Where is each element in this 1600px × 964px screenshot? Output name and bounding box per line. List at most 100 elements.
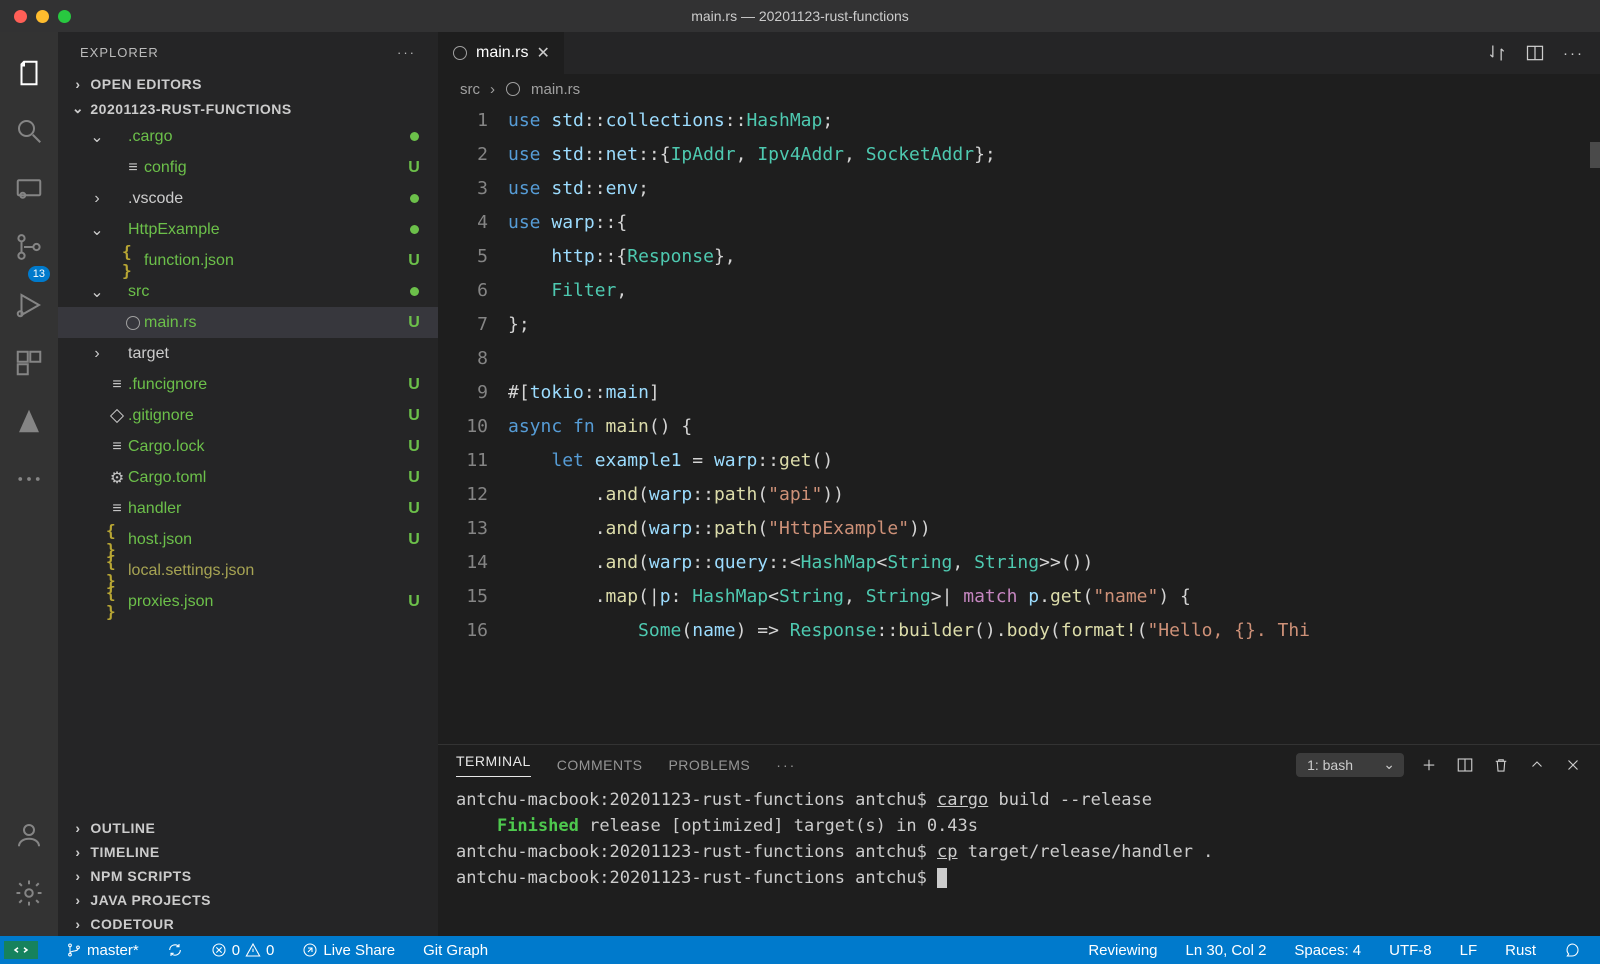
tree-item[interactable]: ⌄HttpExample: [58, 214, 438, 245]
tab-label: main.rs: [476, 44, 528, 62]
remote-explorer-icon[interactable]: [14, 174, 44, 204]
minimap[interactable]: [1590, 142, 1600, 602]
breadcrumbs[interactable]: src › main.rs: [438, 74, 1600, 104]
language-mode[interactable]: Rust: [1499, 942, 1542, 959]
maximize-window-button[interactable]: [58, 10, 71, 23]
gitgraph-label: Git Graph: [423, 942, 488, 959]
git-graph[interactable]: Git Graph: [417, 942, 494, 959]
sidebar-more-icon[interactable]: ···: [397, 45, 416, 60]
sidebar-section[interactable]: › JAVA PROJECTS: [58, 888, 438, 912]
tree-item[interactable]: { }host.jsonU: [58, 524, 438, 555]
open-editors-label: OPEN EDITORS: [90, 76, 202, 92]
problems-tab[interactable]: PROBLEMS: [668, 757, 750, 773]
tree-item[interactable]: ›target: [58, 338, 438, 369]
liveshare-label: Live Share: [323, 942, 395, 959]
sidebar-section[interactable]: › CODETOUR: [58, 912, 438, 936]
sidebar-bottom-sections: › OUTLINE› TIMELINE› NPM SCRIPTS› JAVA P…: [58, 816, 438, 936]
activity-bar: 13: [0, 32, 58, 936]
editor-area: main.rs ✕ ··· src › main.rs 123456789101…: [438, 32, 1600, 936]
chevron-right-icon: ›: [490, 81, 495, 98]
split-terminal-icon[interactable]: [1456, 756, 1474, 774]
tree-item[interactable]: { }function.jsonU: [58, 245, 438, 276]
panel-tabs: TERMINAL COMMENTS PROBLEMS ··· 1: bash: [438, 745, 1600, 785]
code-content[interactable]: use std::collections::HashMap;use std::n…: [508, 104, 1600, 744]
line-gutter: 12345678910111213141516: [438, 104, 508, 744]
tab-actions: ···: [1471, 32, 1600, 74]
feedback-icon[interactable]: [1558, 942, 1586, 958]
minimize-window-button[interactable]: [36, 10, 49, 23]
warning-count: 0: [266, 942, 274, 959]
indentation[interactable]: Spaces: 4: [1288, 942, 1367, 959]
terminal-select[interactable]: 1: bash: [1296, 753, 1404, 777]
maximize-panel-icon[interactable]: [1528, 756, 1546, 774]
code-editor[interactable]: 12345678910111213141516 use std::collect…: [438, 104, 1600, 744]
split-editor-icon[interactable]: [1525, 43, 1545, 63]
comments-tab[interactable]: COMMENTS: [557, 757, 643, 773]
reviewing-status[interactable]: Reviewing: [1082, 942, 1163, 959]
tree-item[interactable]: ⌄.cargo: [58, 121, 438, 152]
source-control-icon[interactable]: [14, 232, 44, 262]
branch-name: master*: [87, 942, 139, 959]
tree-item[interactable]: ≡handlerU: [58, 493, 438, 524]
tree-item[interactable]: ≡.funcignoreU: [58, 369, 438, 400]
problems-status[interactable]: 0 0: [205, 942, 281, 959]
tree-item[interactable]: ≡Cargo.lockU: [58, 431, 438, 462]
sidebar-title: EXPLORER: [80, 45, 159, 60]
minimap-thumb[interactable]: [1590, 142, 1600, 168]
eol[interactable]: LF: [1454, 942, 1484, 959]
kill-terminal-icon[interactable]: [1492, 756, 1510, 774]
rust-file-icon: [452, 45, 468, 61]
remote-indicator[interactable]: [4, 941, 38, 959]
tree-item[interactable]: { }proxies.jsonU: [58, 586, 438, 617]
cursor-position[interactable]: Ln 30, Col 2: [1180, 942, 1273, 959]
tree-item[interactable]: { }local.settings.json: [58, 555, 438, 586]
account-icon[interactable]: [14, 820, 44, 850]
sidebar-header: EXPLORER ···: [58, 32, 438, 72]
editor-more-icon[interactable]: ···: [1563, 45, 1584, 62]
sidebar-section[interactable]: › NPM SCRIPTS: [58, 864, 438, 888]
breadcrumb-item[interactable]: src: [460, 81, 480, 98]
new-terminal-icon[interactable]: [1420, 756, 1438, 774]
extensions-icon[interactable]: [14, 348, 44, 378]
search-icon[interactable]: [14, 116, 44, 146]
terminal-content[interactable]: antchu-macbook:20201123-rust-functions a…: [438, 785, 1600, 936]
live-share[interactable]: Live Share: [296, 942, 401, 959]
window-controls: [0, 10, 71, 23]
file-tree: ⌄.cargo≡configU›.vscode⌄HttpExample{ }fu…: [58, 121, 438, 816]
compare-changes-icon[interactable]: [1487, 43, 1507, 63]
error-count: 0: [232, 942, 240, 959]
titlebar: main.rs — 20201123-rust-functions: [0, 0, 1600, 32]
open-editors-section[interactable]: › OPEN EDITORS: [58, 72, 438, 96]
bottom-panel: TERMINAL COMMENTS PROBLEMS ··· 1: bash: [438, 744, 1600, 936]
encoding[interactable]: UTF-8: [1383, 942, 1438, 959]
close-window-button[interactable]: [14, 10, 27, 23]
tree-item[interactable]: ⚙Cargo.tomlU: [58, 462, 438, 493]
terminal-tab[interactable]: TERMINAL: [456, 753, 531, 777]
sync-button[interactable]: [161, 942, 189, 958]
rust-file-icon: [505, 81, 521, 97]
window-title: main.rs — 20201123-rust-functions: [691, 8, 909, 24]
sidebar-section[interactable]: › TIMELINE: [58, 840, 438, 864]
tree-item[interactable]: ›.vscode: [58, 183, 438, 214]
sidebar-section[interactable]: › OUTLINE: [58, 816, 438, 840]
workspace-label: 20201123-RUST-FUNCTIONS: [90, 101, 291, 117]
tab-close-icon[interactable]: ✕: [536, 43, 549, 63]
close-panel-icon[interactable]: [1564, 756, 1582, 774]
breadcrumb-item[interactable]: main.rs: [531, 81, 580, 98]
explorer-icon[interactable]: [14, 58, 44, 88]
tab-bar: main.rs ✕ ···: [438, 32, 1600, 74]
azure-icon[interactable]: [14, 406, 44, 436]
tree-item[interactable]: main.rsU: [58, 307, 438, 338]
git-branch[interactable]: master*: [60, 942, 145, 959]
sidebar: EXPLORER ··· › OPEN EDITORS ⌄ 20201123-R…: [58, 32, 438, 936]
settings-gear-icon[interactable]: [14, 878, 44, 908]
panel-more-icon[interactable]: ···: [776, 757, 796, 773]
workspace-section[interactable]: ⌄ 20201123-RUST-FUNCTIONS: [58, 96, 438, 121]
editor-tab[interactable]: main.rs ✕: [438, 32, 565, 74]
tree-item[interactable]: .gitignoreU: [58, 400, 438, 431]
run-debug-icon[interactable]: [14, 290, 44, 320]
more-icon[interactable]: [14, 464, 44, 494]
status-bar: master* 0 0 Live Share Git Graph Reviewi…: [0, 936, 1600, 964]
tree-item[interactable]: ≡configU: [58, 152, 438, 183]
tree-item[interactable]: ⌄src: [58, 276, 438, 307]
